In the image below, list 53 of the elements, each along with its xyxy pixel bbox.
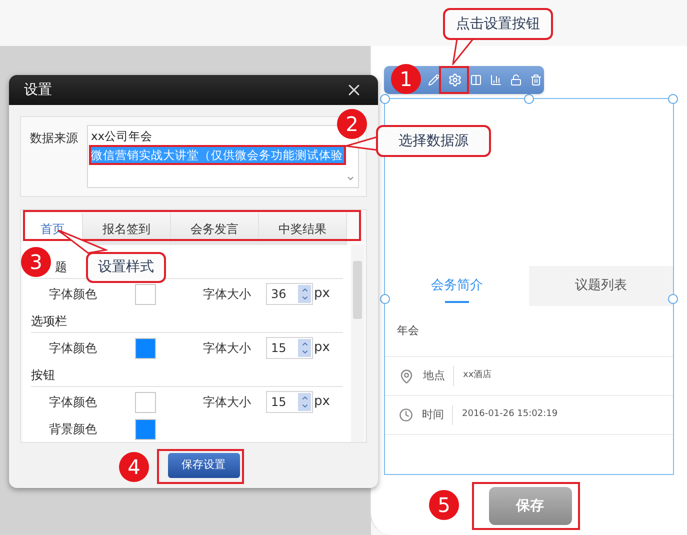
color-swatch[interactable] <box>135 392 156 412</box>
resize-handle[interactable] <box>668 294 678 304</box>
pencil-icon[interactable] <box>428 74 440 86</box>
color-swatch[interactable] <box>135 418 156 440</box>
phone-tab[interactable]: 议题列表 <box>529 266 673 306</box>
settings-tab[interactable]: 中奖结果 <box>259 213 347 245</box>
settings-icon[interactable] <box>448 73 462 87</box>
intro-text: 年会 <box>397 322 419 339</box>
spinner-icon[interactable] <box>298 285 311 303</box>
section-heading: 题 <box>55 259 67 276</box>
section-heading: 按钮 <box>31 367 55 384</box>
field-label: 字体颜色 <box>49 394 98 411</box>
save-settings-button[interactable]: 保存设置 <box>168 453 240 478</box>
field-label: 字体大小 <box>203 394 252 411</box>
trash-icon[interactable] <box>530 74 542 86</box>
number-field[interactable]: 36 <box>266 283 313 305</box>
unlock-icon[interactable] <box>510 74 522 86</box>
map-pin-icon <box>399 368 414 384</box>
unit-label: px <box>314 393 330 412</box>
info-value: 2016-01-26 15:02:19 <box>462 408 558 422</box>
section-heading: 选项栏 <box>31 313 67 330</box>
number-field[interactable]: 15 <box>266 337 313 359</box>
field-label: 字体大小 <box>203 286 252 303</box>
spinner-icon[interactable] <box>298 339 311 357</box>
unit-label: px <box>314 339 330 358</box>
settings-tab[interactable]: 会务发言 <box>171 213 259 245</box>
field-label: 字体颜色 <box>49 286 98 303</box>
field-label: 字体大小 <box>203 340 252 357</box>
bar-chart-icon[interactable] <box>490 74 502 86</box>
color-swatch[interactable] <box>135 338 156 358</box>
color-swatch[interactable] <box>135 284 156 304</box>
number-field[interactable]: 15 <box>266 391 313 413</box>
spinner-icon[interactable] <box>298 393 311 411</box>
info-label: 时间 <box>422 406 444 423</box>
settings-tab[interactable]: 报名签到 <box>83 213 171 245</box>
scroll-down-icon[interactable] <box>346 174 355 183</box>
callout-bubble: 选择数据源 <box>376 125 491 157</box>
clock-icon <box>399 408 413 422</box>
field-label: 背景颜色 <box>49 421 98 438</box>
field-label: 数据来源 <box>30 130 79 147</box>
resize-handle[interactable] <box>524 94 534 104</box>
scrollbar[interactable] <box>351 245 364 442</box>
dialog-title: 设置 <box>24 80 52 100</box>
resize-handle[interactable] <box>380 94 390 104</box>
unit-label: px <box>314 285 330 304</box>
field-label: 字体颜色 <box>49 340 98 357</box>
resize-handle[interactable] <box>380 294 390 304</box>
list-option[interactable]: xx公司年会 <box>91 128 154 144</box>
highlight-frame <box>439 66 469 94</box>
columns-icon[interactable] <box>470 74 482 86</box>
resize-handle[interactable] <box>668 94 678 104</box>
info-label: 地点 <box>423 368 445 384</box>
info-value: xx酒店 <box>463 369 492 382</box>
